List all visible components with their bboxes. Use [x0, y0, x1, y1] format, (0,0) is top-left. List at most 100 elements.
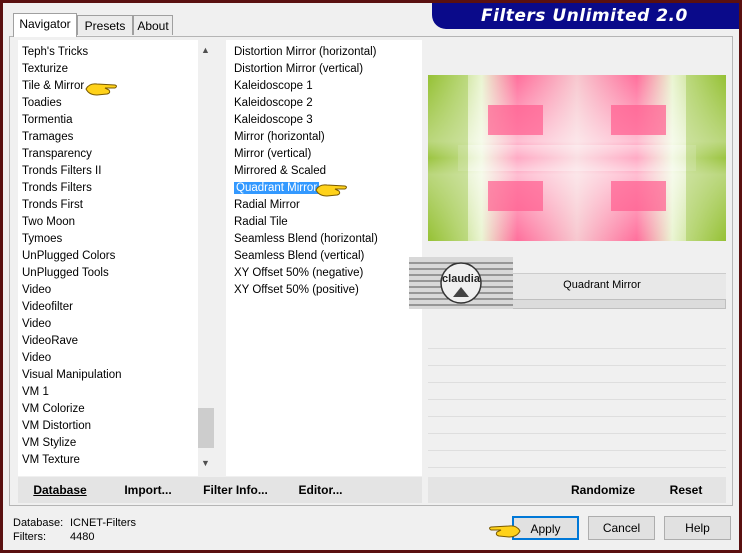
filter-list[interactable]: Distortion Mirror (horizontal) Distortion… [226, 40, 422, 476]
tab-navigator[interactable]: Navigator [13, 13, 77, 37]
import-button[interactable]: Import... [113, 483, 183, 497]
randomize-button[interactable]: Randomize [563, 483, 643, 497]
parameter-slot [428, 348, 726, 349]
filters-label: Filters: [13, 531, 46, 543]
category-item[interactable]: Tronds Filters II [18, 163, 198, 180]
filter-label: Distortion Mirror (horizontal) [234, 46, 377, 58]
filter-label: Kaleidoscope 2 [234, 97, 313, 109]
category-item[interactable]: VM Texture [18, 452, 198, 469]
parameter-slot [428, 467, 726, 468]
tab-presets[interactable]: Presets [77, 15, 133, 35]
filter-label: Mirrored & Scaled [234, 165, 327, 177]
category-label: Tronds Filters II [22, 165, 102, 177]
category-label: VM 1 [22, 386, 49, 398]
filter-item[interactable]: Seamless Blend (vertical) [226, 248, 422, 265]
category-item[interactable]: Video [18, 316, 198, 333]
filters-unlimited-window: Filters Unlimited 2.0 Navigator Presets … [3, 3, 739, 550]
category-item[interactable]: UnPlugged Colors [18, 248, 198, 265]
preview-image [428, 75, 726, 241]
category-label: Tronds First [22, 199, 83, 211]
category-label: Tronds Filters [22, 182, 92, 194]
pointing-hand-icon [315, 184, 347, 197]
filter-item[interactable]: Kaleidoscope 2 [226, 95, 422, 112]
filter-label: Mirror (horizontal) [234, 131, 325, 143]
filter-info-button[interactable]: Filter Info... [198, 483, 273, 497]
category-item[interactable]: Tormentia [18, 112, 198, 129]
category-item[interactable]: Teph's Tricks [18, 44, 198, 61]
category-list[interactable]: Teph's Tricks Texturize Tile & Mirror Toadi… [18, 40, 198, 476]
category-item[interactable]: VM Stylize [18, 435, 198, 452]
scroll-thumb[interactable] [198, 408, 214, 448]
category-item[interactable]: Transparency [18, 146, 198, 163]
category-item[interactable]: Video [18, 350, 198, 367]
parameter-slot [428, 365, 726, 366]
category-item[interactable]: Tronds First [18, 197, 198, 214]
filter-item[interactable]: Distortion Mirror (horizontal) [226, 44, 422, 61]
category-label: Video [22, 352, 52, 364]
category-label: UnPlugged Tools [22, 267, 109, 279]
category-label: VideoRave [22, 335, 79, 347]
scroll-down-icon[interactable]: ▼ [201, 458, 210, 468]
filter-label: Seamless Blend (vertical) [234, 250, 365, 262]
database-label: Database: [13, 517, 64, 529]
database-value: ICNET-Filters [70, 517, 136, 529]
category-item[interactable]: Videofilter [18, 299, 198, 316]
category-label: Visual Manipulation [22, 369, 122, 381]
filter-label: Mirror (vertical) [234, 148, 312, 160]
category-item[interactable]: Texturize [18, 61, 198, 78]
parameter-slot [428, 399, 726, 400]
filter-item[interactable]: Seamless Blend (horizontal) [226, 231, 422, 248]
category-label: VM Colorize [22, 403, 85, 415]
filter-label: Seamless Blend (horizontal) [234, 233, 378, 245]
filter-item[interactable]: Mirror (horizontal) [226, 129, 422, 146]
filter-label: XY Offset 50% (positive) [234, 284, 359, 296]
category-label: Teph's Tricks [22, 46, 89, 58]
category-label: UnPlugged Colors [22, 250, 116, 262]
category-item[interactable]: Two Moon [18, 214, 198, 231]
filter-label: Kaleidoscope 1 [234, 80, 313, 92]
parameter-slot [428, 382, 726, 383]
category-label: Transparency [22, 148, 92, 160]
cancel-button[interactable]: Cancel [588, 516, 655, 540]
filter-item[interactable]: XY Offset 50% (positive) [226, 282, 422, 299]
category-item[interactable]: Tymoes [18, 231, 198, 248]
filters-count: 4480 [70, 531, 95, 543]
category-item[interactable]: VM Colorize [18, 401, 198, 418]
category-item[interactable]: VM Distortion [18, 418, 198, 435]
category-label: Two Moon [22, 216, 76, 228]
category-item[interactable]: Video [18, 282, 198, 299]
filter-item[interactable]: XY Offset 50% (negative) [226, 265, 422, 282]
filter-item[interactable]: Mirror (vertical) [226, 146, 422, 163]
scroll-up-icon[interactable]: ▲ [201, 45, 210, 55]
filter-item[interactable]: Distortion Mirror (vertical) [226, 61, 422, 78]
category-label: Toadies [22, 97, 62, 109]
filter-item[interactable]: Radial Mirror [226, 197, 422, 214]
reset-button[interactable]: Reset [658, 483, 714, 497]
help-button[interactable]: Help [664, 516, 731, 540]
category-scrollbar[interactable]: ▲ ▼ [198, 40, 214, 472]
category-label: Tormentia [22, 114, 73, 126]
filter-item[interactable]: Radial Tile [226, 214, 422, 231]
filter-item[interactable]: Kaleidoscope 1 [226, 78, 422, 95]
category-item[interactable]: Tramages [18, 129, 198, 146]
filter-label: Distortion Mirror (vertical) [234, 63, 364, 75]
filter-item[interactable]: Mirrored & Scaled [226, 163, 422, 180]
tab-about[interactable]: About [133, 15, 173, 35]
category-item[interactable]: VideoRave [18, 333, 198, 350]
category-item[interactable]: Tronds Filters [18, 180, 198, 197]
parameter-slot [428, 416, 726, 417]
editor-button[interactable]: Editor... [288, 483, 353, 497]
filter-label: Radial Mirror [234, 199, 300, 211]
filter-label: Kaleidoscope 3 [234, 114, 313, 126]
category-item[interactable]: Visual Manipulation [18, 367, 198, 384]
database-button[interactable]: Database [25, 483, 95, 497]
filter-item[interactable]: Kaleidoscope 3 [226, 112, 422, 129]
parameter-slot [428, 433, 726, 434]
category-label: Videofilter [22, 301, 73, 313]
pointing-hand-icon [85, 83, 117, 96]
category-item[interactable]: UnPlugged Tools [18, 265, 198, 282]
apply-button[interactable]: Apply [512, 516, 579, 540]
category-item[interactable]: VM 1 [18, 384, 198, 401]
parameter-slot [428, 450, 726, 451]
pointing-hand-icon [489, 525, 521, 538]
